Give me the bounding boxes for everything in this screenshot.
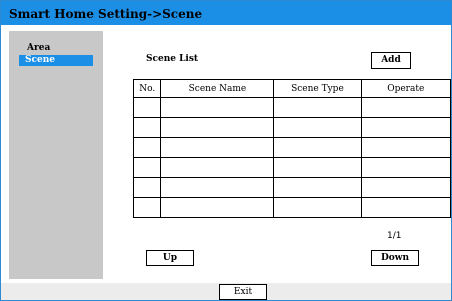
up-button[interactable]: Up	[146, 250, 194, 266]
table-cell	[132, 177, 162, 198]
exit-button[interactable]: Exit	[219, 284, 267, 300]
table-cell	[360, 157, 451, 178]
table-row	[132, 137, 451, 158]
table-cell	[132, 137, 162, 158]
page-indicator: 1/1	[387, 231, 402, 241]
table-cell	[160, 197, 275, 218]
table-cell	[132, 197, 162, 218]
add-button[interactable]: Add	[371, 52, 411, 69]
table-cell	[160, 137, 275, 158]
table-cell	[273, 117, 362, 138]
table-cell	[360, 97, 451, 118]
page-title: Smart Home Setting->Scene	[1, 1, 451, 25]
table-cell	[360, 197, 451, 218]
table-row	[132, 157, 451, 178]
sidebar-item-scene[interactable]: Scene	[19, 55, 93, 66]
table-cell	[160, 157, 275, 178]
table-row	[132, 97, 451, 118]
table-cell	[132, 97, 162, 118]
table-cell	[360, 117, 451, 138]
table-row	[132, 177, 451, 198]
table-cell	[360, 137, 451, 158]
sidebar-item-area[interactable]: Area	[27, 43, 50, 53]
sidebar: Area Scene	[9, 31, 103, 279]
settings-window: Smart Home Setting->Scene Area Scene Sce…	[0, 0, 452, 301]
table-cell	[132, 157, 162, 178]
column-header-scene-name: Scene Name	[160, 79, 275, 98]
column-header-operate: Operate	[360, 79, 451, 98]
table-row	[132, 117, 451, 138]
table-cell	[160, 177, 275, 198]
scene-list-heading: Scene List	[146, 54, 199, 64]
table-cell	[273, 137, 362, 158]
scene-table: No. Scene Name Scene Type Operate	[132, 79, 451, 218]
table-cell	[273, 97, 362, 118]
column-header-scene-type: Scene Type	[273, 79, 362, 98]
column-header-no: No.	[132, 79, 162, 98]
table-cell	[160, 97, 275, 118]
table-cell	[360, 177, 451, 198]
table-cell	[132, 117, 162, 138]
table-cell	[273, 157, 362, 178]
down-button[interactable]: Down	[371, 250, 419, 266]
table-cell	[273, 197, 362, 218]
table-cell	[160, 117, 275, 138]
table-cell	[273, 177, 362, 198]
table-row	[132, 197, 451, 218]
table-header-row: No. Scene Name Scene Type Operate	[132, 79, 451, 98]
